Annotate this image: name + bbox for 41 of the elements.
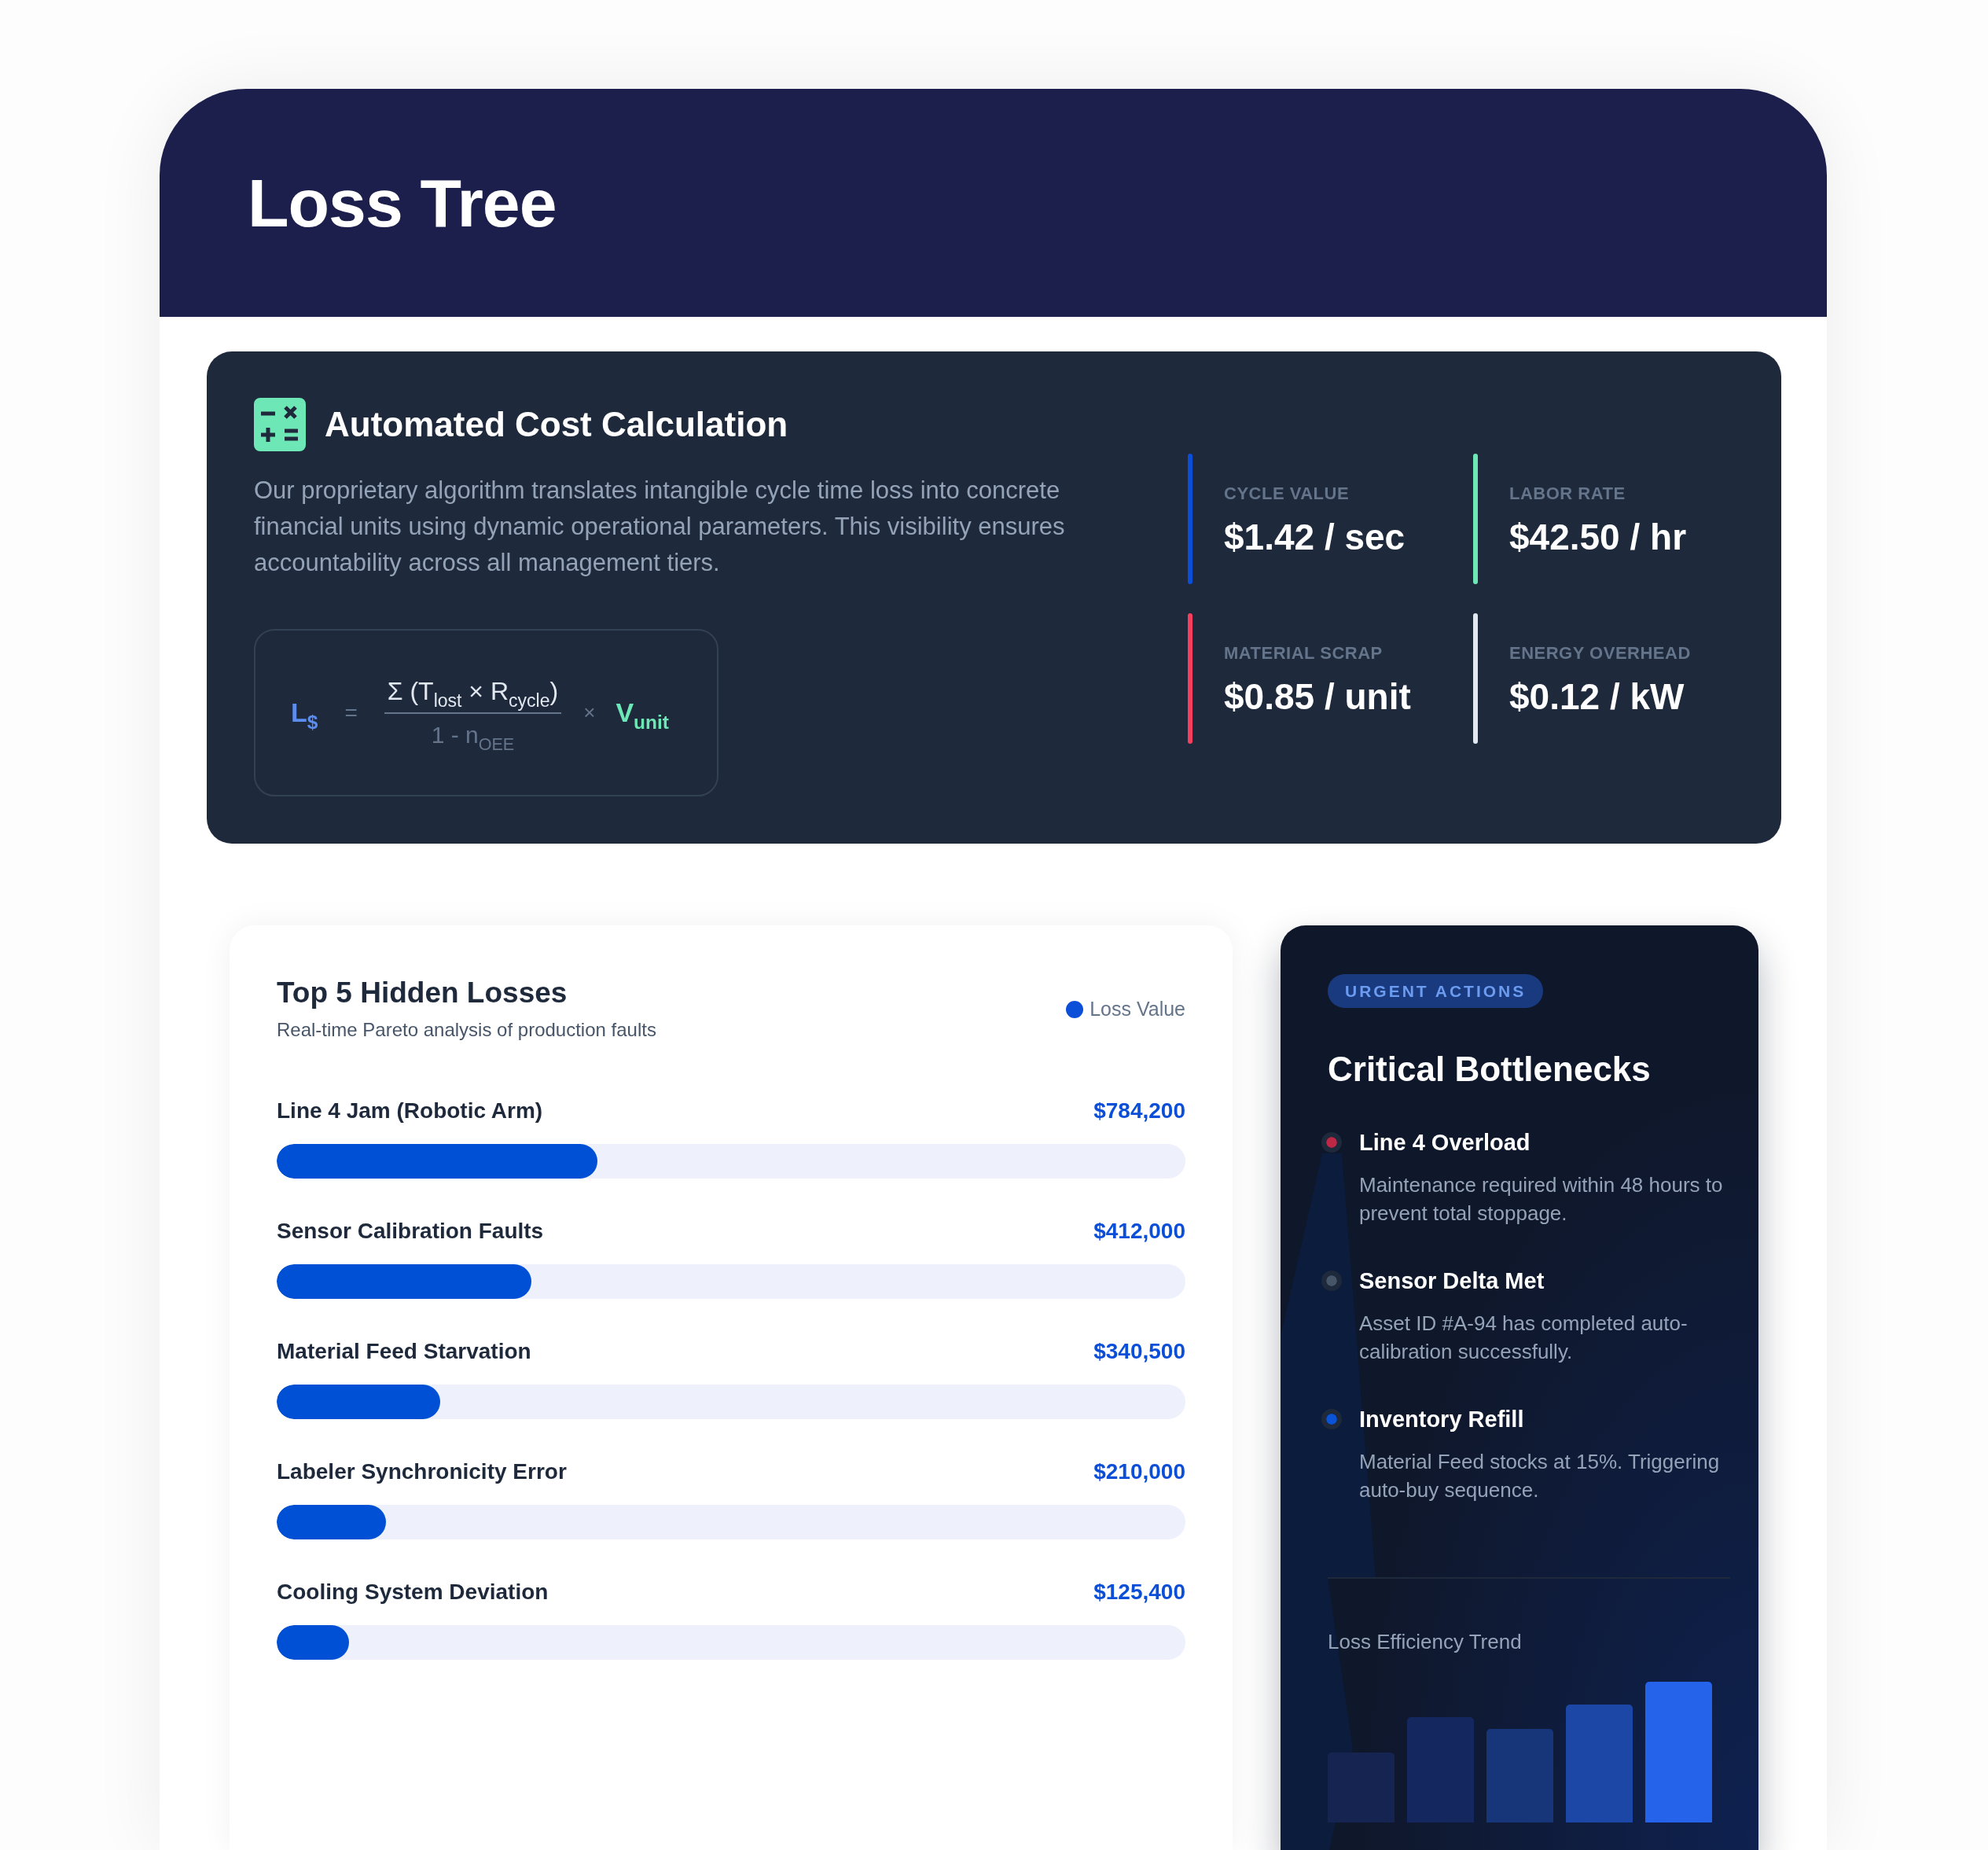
parameter-label: LABOR RATE [1509, 484, 1626, 504]
loss-value: $125,400 [1093, 1579, 1185, 1605]
formula-numerator: Σ (T$_{lost}$ × R$_{cycle}$) [386, 676, 560, 712]
loss-name: Cooling System Deviation [277, 1579, 549, 1605]
alert-description: Material Feed stocks at 15%. Triggering auto-buy sequence. [1359, 1449, 1721, 1503]
formula-result: L$_{$}$ [291, 696, 318, 732]
formula-multiplier: V$_{unit}$ [616, 696, 669, 732]
loss-name: Material Feed Starvation [277, 1338, 531, 1365]
card-title: Top 5 Hidden Losses [277, 976, 568, 1010]
card-title: Critical Bottlenecks [1328, 1049, 1652, 1090]
section-description: Our proprietary algorithm translates intangible cycle time loss into concrete financial units using dynamic operational parameters. This visibility ensures accountability across all management tiers. [254, 476, 1066, 578]
alert-title: Sensor Delta Met [1359, 1267, 1545, 1295]
card-subtitle: Real-time Pareto analysis of production faults [277, 1018, 656, 1042]
parameter-value: $42.50 / hr [1509, 516, 1687, 558]
loss-value: $784,200 [1093, 1098, 1185, 1124]
loss-name: Labeler Synchronicity Error [277, 1458, 567, 1485]
times-sign: × [583, 700, 596, 726]
parameter-value: $0.12 / kW [1509, 675, 1685, 718]
equals-sign: = [344, 699, 358, 726]
loss-value: $340,500 [1093, 1338, 1185, 1365]
category-tag: URGENT ACTIONS [1328, 974, 1544, 1008]
section-title: Automated Cost Calculation [325, 405, 788, 444]
alert-title: Inventory Refill [1359, 1406, 1525, 1433]
loss-name: Sensor Calibration Faults [277, 1218, 544, 1245]
parameter-label: ENERGY OVERHEAD [1509, 643, 1691, 664]
parameter-value: $0.85 / unit [1224, 675, 1411, 718]
alert-title: Line 4 Overload [1359, 1129, 1531, 1157]
parameter-label: MATERIAL SCRAP [1224, 643, 1384, 664]
loss-name: Line 4 Jam (Robotic Arm) [277, 1098, 543, 1124]
formula-denominator: 1 - n$_{OEE}$ [430, 720, 516, 752]
loss-value: $412,000 [1093, 1218, 1185, 1245]
calculator-icon [254, 398, 306, 451]
parameter-label: CYCLE VALUE [1224, 484, 1350, 504]
parameter-value: $1.42 / sec [1224, 516, 1406, 558]
legend-swatch-icon [1066, 1000, 1084, 1018]
alert-description: Maintenance required within 48 hours to prevent total stoppage. [1359, 1172, 1724, 1227]
loss-value: $210,000 [1093, 1458, 1185, 1485]
chart-title: Loss Efficiency Trend [1328, 1629, 1523, 1654]
legend-label: Loss Value [1090, 996, 1185, 1021]
page-title: Loss Tree [248, 169, 557, 237]
alert-description: Asset ID #A-94 has completed auto-calibration successfully. [1359, 1311, 1689, 1365]
